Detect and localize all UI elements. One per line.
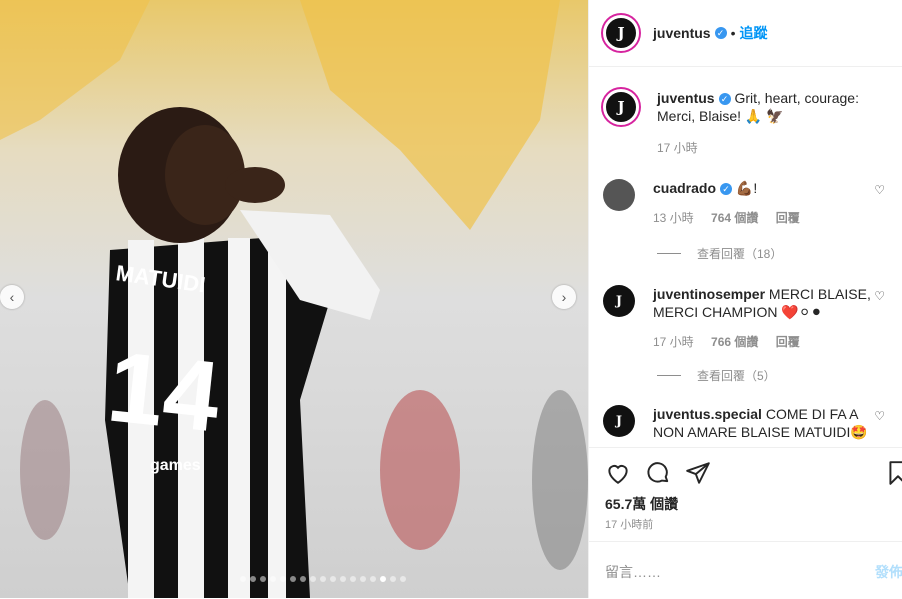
jersey-sponsor: games	[150, 457, 201, 474]
comment-likes[interactable]: 766 個讚	[711, 335, 758, 349]
juventus-logo-icon: J	[617, 98, 625, 116]
comment-username[interactable]: cuadrado	[653, 180, 716, 196]
next-photo-button[interactable]: ›	[552, 285, 576, 309]
player-photo-illustration: MATUIDI 14 games	[0, 0, 588, 598]
like-count[interactable]: 65.7萬 個讚	[605, 494, 678, 514]
juventus-logo-icon: J	[615, 413, 623, 429]
post-timestamp[interactable]: 17 小時前	[605, 516, 653, 532]
send-icon[interactable]	[685, 460, 711, 486]
chevron-left-icon: ‹	[9, 289, 15, 305]
carousel-dot	[330, 576, 336, 582]
carousel-dot	[390, 576, 396, 582]
bookmark-icon[interactable]	[885, 460, 902, 486]
post-details-panel: J juventus ✓ • 追蹤 J juventus ✓ Grit, hear…	[588, 0, 902, 598]
carousel-dot-active	[380, 576, 386, 582]
carousel-dot	[350, 576, 356, 582]
comment-item: J juventinosemper MERCI BLAISE, MERCI CH…	[603, 285, 893, 351]
divider	[657, 375, 681, 376]
comment-username[interactable]: juventus.special	[653, 406, 762, 422]
follow-button[interactable]: 追蹤	[739, 23, 767, 43]
post-actions	[589, 447, 902, 498]
comment-time[interactable]: 13 小時	[653, 211, 694, 225]
comment-item: J juventus.special COME DI FA A NON AMAR…	[603, 405, 893, 441]
verified-badge-icon: ✓	[714, 27, 727, 39]
view-replies-label: 查看回覆（18）	[697, 247, 783, 261]
jersey-number: 14	[103, 330, 226, 453]
post-photo[interactable]: MATUIDI 14 games ‹ ›	[0, 0, 588, 598]
caption: J juventus ✓ Grit, heart, courage: Merci,…	[603, 89, 893, 157]
heart-icon[interactable]	[605, 460, 631, 486]
comment-input[interactable]: 留言……	[605, 562, 661, 582]
comment-time[interactable]: 17 小時	[653, 335, 694, 349]
heart-icon[interactable]: ♡	[874, 409, 885, 423]
carousel-dot	[340, 576, 346, 582]
carousel-dot	[240, 576, 246, 582]
carousel-dot	[290, 576, 296, 582]
username[interactable]: juventus	[653, 25, 711, 41]
carousel-dot	[250, 576, 256, 582]
comments-list: J juventus ✓ Grit, heart, courage: Merci,…	[589, 67, 902, 447]
comment-item: cuadrado ✓ 💪🏾! 13 小時 764 個讚 回覆 ♡	[603, 179, 893, 227]
add-comment-bar: 留言…… 發佈	[589, 541, 902, 599]
carousel-dot	[310, 576, 316, 582]
carousel-dot	[270, 576, 276, 582]
comment-text: 💪🏾!	[735, 180, 758, 196]
carousel-dot	[280, 576, 286, 582]
carousel-dot	[320, 576, 326, 582]
verified-badge-icon: ✓	[718, 93, 731, 106]
carousel-dot	[260, 576, 266, 582]
post-header: J juventus ✓ • 追蹤	[589, 0, 902, 67]
juventus-logo-icon: J	[615, 293, 623, 309]
avatar[interactable]: J	[603, 285, 635, 317]
view-replies-button[interactable]: 查看回覆（18）	[657, 245, 782, 262]
comment-likes[interactable]: 764 個讚	[711, 211, 758, 225]
post-comment-button[interactable]: 發佈	[875, 562, 902, 582]
comment-icon[interactable]	[645, 460, 671, 486]
heart-icon[interactable]: ♡	[874, 183, 885, 197]
reply-button[interactable]: 回覆	[776, 211, 800, 225]
separator-dot: •	[730, 25, 736, 41]
view-replies-button[interactable]: 查看回覆（5）	[657, 367, 776, 384]
avatar[interactable]: J	[603, 15, 639, 51]
avatar[interactable]	[603, 179, 635, 211]
juventus-logo-icon: J	[617, 24, 625, 42]
carousel-dot	[300, 576, 306, 582]
view-replies-label: 查看回覆（5）	[697, 369, 776, 383]
chevron-right-icon: ›	[561, 289, 567, 305]
avatar[interactable]: J	[603, 89, 639, 125]
carousel-dot	[370, 576, 376, 582]
divider	[657, 253, 681, 254]
verified-badge-icon: ✓	[720, 183, 733, 196]
heart-icon[interactable]: ♡	[874, 289, 885, 303]
caption-time[interactable]: 17 小時	[657, 141, 698, 155]
previous-photo-button[interactable]: ‹	[0, 285, 24, 309]
caption-username[interactable]: juventus	[657, 90, 715, 106]
carousel-indicator	[240, 576, 406, 582]
avatar[interactable]: J	[603, 405, 635, 437]
carousel-dot	[400, 576, 406, 582]
comment-username[interactable]: juventinosemper	[653, 286, 765, 302]
reply-button[interactable]: 回覆	[776, 335, 800, 349]
carousel-dot	[360, 576, 366, 582]
